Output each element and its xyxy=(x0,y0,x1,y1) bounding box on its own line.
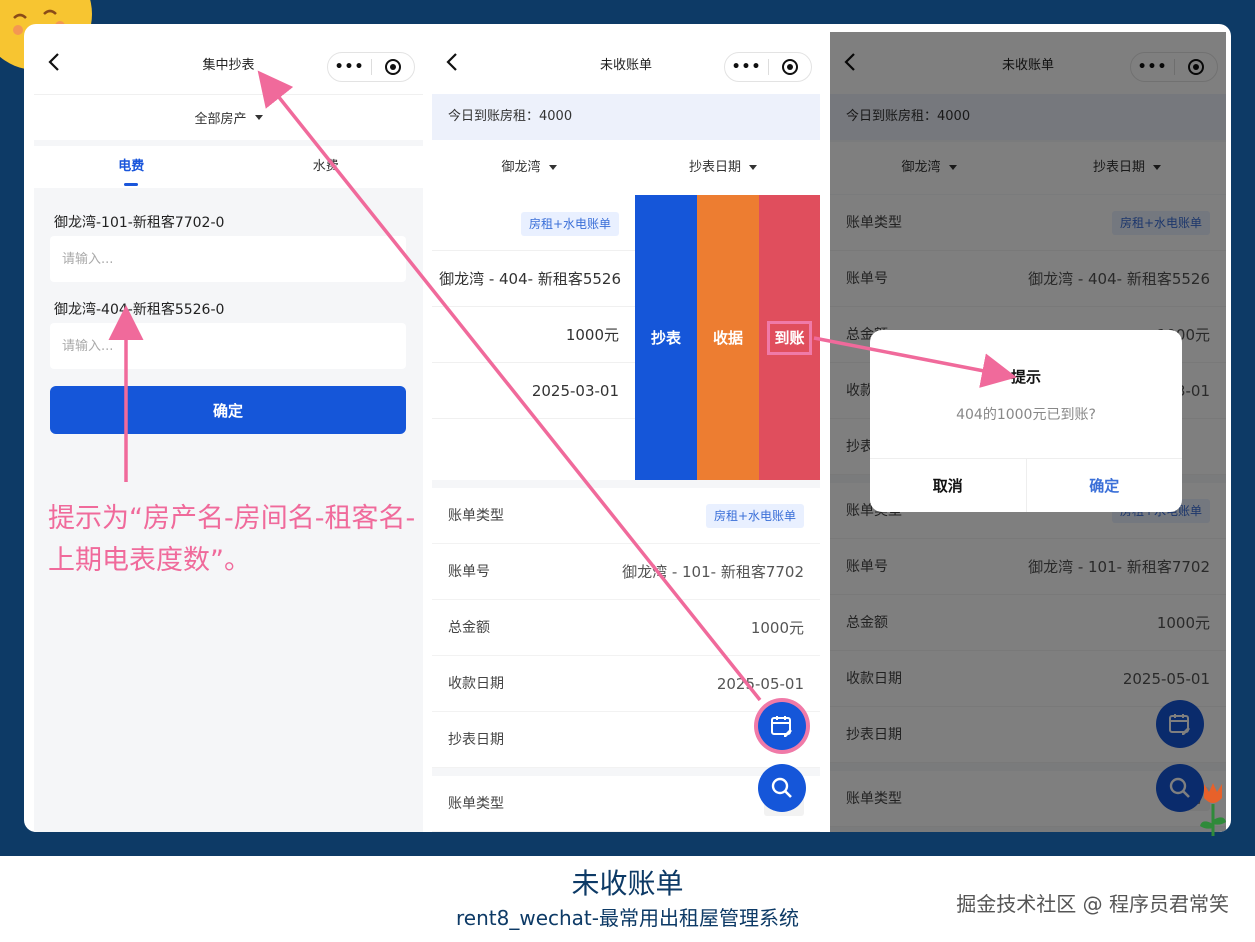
mark-paid-action-button[interactable]: 到账 xyxy=(759,195,820,480)
tab-electricity[interactable]: 电费 xyxy=(34,146,229,188)
property-filter-label: 全部房产 xyxy=(194,112,247,127)
more-icon[interactable]: ••• xyxy=(725,59,768,75)
chevron-down-icon xyxy=(749,165,757,170)
today-income-banner: 今日到账房租：4000 xyxy=(432,94,820,140)
meter-label: 御龙湾-404-新租客5526-0 xyxy=(54,302,225,318)
nav-bar: 未收账单 ••• xyxy=(432,32,820,94)
tab-water[interactable]: 水费 xyxy=(229,146,424,188)
date-filter[interactable]: 抄表日期 xyxy=(626,142,820,194)
close-circle-icon[interactable] xyxy=(769,59,811,75)
more-icon[interactable]: ••• xyxy=(328,59,371,75)
confirm-dialog: 提示 404的1000元已到账? 取消 确定 xyxy=(870,330,1182,512)
dialog-buttons: 取消 确定 xyxy=(870,458,1182,512)
dialog-message: 404的1000元已到账? xyxy=(956,407,1096,423)
bill-field-row: 账单类型房租+水电账单 xyxy=(432,488,820,544)
calendar-edit-icon xyxy=(771,716,792,737)
close-circle-icon[interactable] xyxy=(372,59,414,75)
meter-label: 御龙湾-101-新租客7702-0 xyxy=(54,215,225,231)
meter-read-action-button[interactable]: 抄表 xyxy=(635,195,697,480)
chevron-down-icon xyxy=(254,115,263,120)
bill-amount-value: 1000元 xyxy=(432,307,635,363)
meter-type-tabs: 电费 水费 xyxy=(34,146,423,188)
meter-reading-screen: 集中抄表 ••• 全部房产 电费 水费 御龙湾-101-新租客7702-0 御龙… xyxy=(34,32,423,832)
page-title: 集中抄表 xyxy=(202,57,255,73)
bill-field-row: 总金额1000元 xyxy=(432,600,820,656)
meter-reading-fab[interactable] xyxy=(758,702,806,750)
page-title: 未收账单 xyxy=(599,57,652,73)
search-fab[interactable] xyxy=(758,764,806,812)
bill-filters: 御龙湾 抄表日期 xyxy=(432,142,820,194)
property-filter[interactable]: 御龙湾 xyxy=(432,142,626,194)
cancel-button[interactable]: 取消 xyxy=(870,459,1027,512)
unpaid-bills-confirm-screen: 未收账单 ••• 今日到账房租：4000 御龙湾 抄表日期 账单类型房租+水电账… xyxy=(830,32,1226,832)
confirm-button[interactable]: 确定 xyxy=(1027,459,1183,512)
bill-field-row: 账单号御龙湾 - 101- 新租客7702 xyxy=(432,544,820,600)
watermark-credit: 掘金技术社区 @ 程序员君常笑 xyxy=(956,892,1229,916)
meter-reading-input[interactable] xyxy=(50,236,406,282)
unpaid-bills-screen: 未收账单 ••• 今日到账房租：4000 御龙湾 抄表日期 房租+水电账单 御龙… xyxy=(432,32,820,832)
dialog-title: 提示 xyxy=(1010,368,1041,386)
annotation-note: 提示为“房产名-房间名-租客名-上期电表度数”。 xyxy=(48,503,416,576)
property-filter[interactable]: 全部房产 xyxy=(34,94,423,140)
card-divider xyxy=(432,480,820,488)
bill-date-value: 2025-03-01 xyxy=(432,363,635,419)
mini-program-capsule: ••• xyxy=(327,52,415,82)
bill-number-value: 御龙湾 - 404- 新租客5526 xyxy=(432,251,635,307)
bill-field-row: 收款日期2025-05-01 xyxy=(432,656,820,712)
bill-type-tag: 房租+水电账单 xyxy=(705,504,804,528)
search-icon xyxy=(771,777,792,798)
meter-reading-input[interactable] xyxy=(50,323,406,369)
screenshot-frame: 集中抄表 ••• 全部房产 电费 水费 御龙湾-101-新租客7702-0 御龙… xyxy=(24,24,1231,832)
back-icon[interactable] xyxy=(44,51,66,73)
bill-type-tag: 房租+水电账单 xyxy=(520,212,619,236)
tulip-illustration xyxy=(1200,783,1226,836)
mini-program-capsule: ••• xyxy=(724,52,812,82)
confirm-button[interactable]: 确定 xyxy=(50,386,406,434)
chevron-down-icon xyxy=(548,165,557,170)
swiped-bill-card[interactable]: 房租+水电账单 御龙湾 - 404- 新租客5526 1000元 2025-03… xyxy=(432,195,820,480)
receipt-action-button[interactable]: 收据 xyxy=(697,195,759,480)
nav-bar: 集中抄表 ••• xyxy=(34,32,423,94)
back-icon[interactable] xyxy=(442,51,464,73)
bill-type-row: 房租+水电账单 xyxy=(432,195,635,251)
